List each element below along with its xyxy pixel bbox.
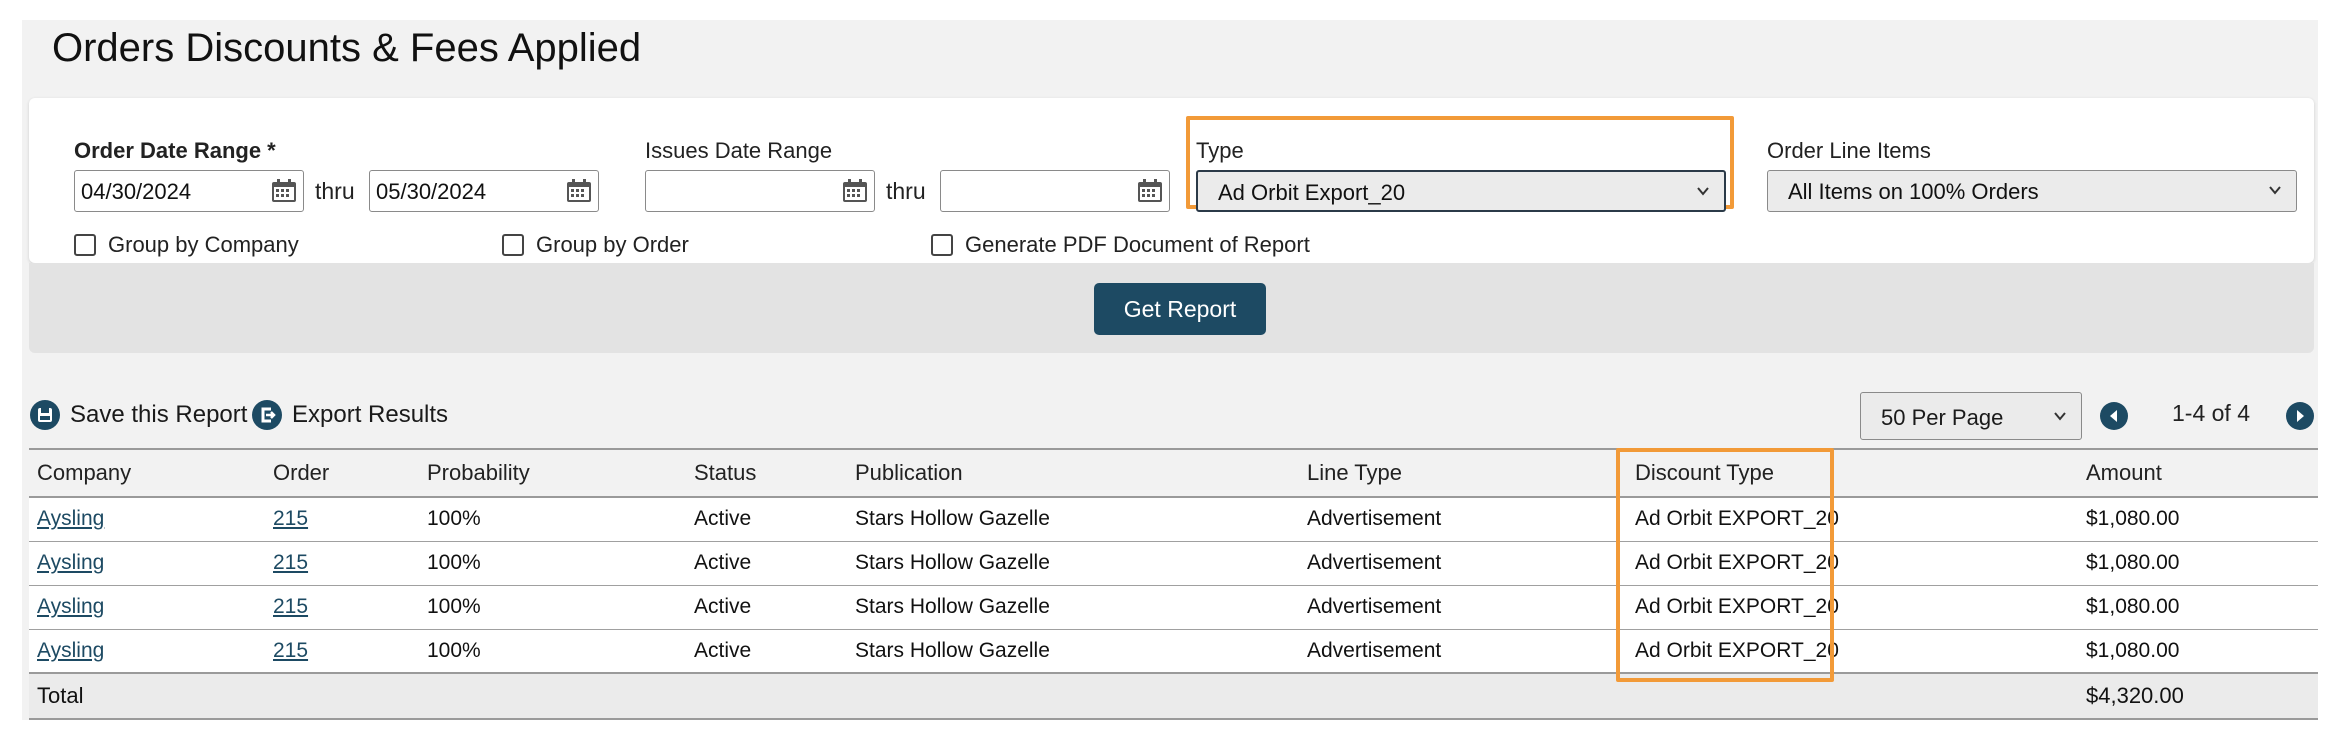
table-row: Aysling 215 100% Active Stars Hollow Gaz… bbox=[29, 629, 2318, 674]
save-report-label: Save this Report bbox=[70, 401, 248, 428]
line-type-cell: Advertisement bbox=[1299, 541, 1627, 586]
discount-type-highlight bbox=[1616, 448, 1834, 682]
line-type-cell: Advertisement bbox=[1299, 585, 1627, 630]
thru-label: thru bbox=[315, 178, 355, 204]
per-page-value: 50 Per Page bbox=[1881, 405, 2004, 430]
probability-cell: 100% bbox=[419, 541, 686, 586]
calendar-icon[interactable] bbox=[842, 179, 868, 203]
column-header[interactable]: Order bbox=[265, 448, 419, 498]
order-date-to-input[interactable]: 05/30/2024 bbox=[369, 170, 599, 212]
type-select[interactable]: Ad Orbit Export_20 bbox=[1196, 170, 1726, 212]
report-page: Orders Discounts & Fees Applied Order Da… bbox=[22, 20, 2318, 720]
probability-cell: 100% bbox=[419, 629, 686, 674]
group-by-order-checkbox[interactable]: Group by Order bbox=[502, 232, 689, 258]
group-by-company-label: Group by Company bbox=[108, 232, 299, 257]
generate-pdf-checkbox[interactable]: Generate PDF Document of Report bbox=[931, 232, 1310, 258]
line-type-cell: Advertisement bbox=[1299, 629, 1627, 674]
save-icon bbox=[30, 400, 60, 430]
table-row: Aysling 215 100% Active Stars Hollow Gaz… bbox=[29, 541, 2318, 586]
chevron-down-icon bbox=[1697, 187, 1709, 196]
probability-cell: 100% bbox=[419, 497, 686, 542]
total-label: Total bbox=[29, 672, 265, 720]
pager-text: 1-4 of 4 bbox=[2172, 400, 2250, 426]
publication-cell: Stars Hollow Gazelle bbox=[847, 497, 1299, 542]
generate-pdf-label: Generate PDF Document of Report bbox=[965, 232, 1310, 257]
table-row: Aysling 215 100% Active Stars Hollow Gaz… bbox=[29, 585, 2318, 630]
line-items-label: Order Line Items bbox=[1767, 138, 1931, 163]
checkbox-box[interactable] bbox=[502, 234, 524, 256]
order-date-from-input[interactable]: 04/30/2024 bbox=[74, 170, 304, 212]
column-header[interactable]: Probability bbox=[419, 448, 686, 498]
status-cell: Active bbox=[686, 629, 847, 674]
checkbox-box[interactable] bbox=[931, 234, 953, 256]
group-by-company-checkbox[interactable]: Group by Company bbox=[74, 232, 299, 258]
company-link[interactable]: Aysling bbox=[37, 507, 104, 530]
filter-panel: Order Date Range * 04/30/2024 thru 05/30… bbox=[29, 98, 2314, 263]
chevron-down-icon bbox=[2054, 412, 2066, 421]
export-results-button[interactable]: Export Results bbox=[252, 400, 448, 430]
line-type-cell: Advertisement bbox=[1299, 497, 1627, 542]
line-items-select[interactable]: All Items on 100% Orders bbox=[1767, 170, 2297, 212]
calendar-icon[interactable] bbox=[566, 179, 592, 203]
table-header-row: Company Order Probability Status Publica… bbox=[29, 448, 2318, 498]
chevron-down-icon bbox=[2269, 186, 2281, 195]
line-items-value: All Items on 100% Orders bbox=[1788, 179, 2039, 204]
order-link[interactable]: 215 bbox=[273, 507, 308, 530]
issues-date-label: Issues Date Range bbox=[645, 138, 833, 163]
order-link[interactable]: 215 bbox=[273, 551, 308, 574]
type-label: Type bbox=[1196, 138, 1244, 163]
issues-date-to-input[interactable] bbox=[940, 170, 1170, 212]
export-results-label: Export Results bbox=[292, 401, 449, 428]
publication-cell: Stars Hollow Gazelle bbox=[847, 629, 1299, 674]
column-header[interactable]: Amount bbox=[2078, 448, 2318, 498]
publication-cell: Stars Hollow Gazelle bbox=[847, 541, 1299, 586]
order-date-from-value: 04/30/2024 bbox=[81, 179, 192, 204]
order-link[interactable]: 215 bbox=[273, 639, 308, 662]
issues-date-from-input[interactable] bbox=[645, 170, 875, 212]
export-icon bbox=[252, 400, 282, 430]
probability-cell: 100% bbox=[419, 585, 686, 630]
status-cell: Active bbox=[686, 497, 847, 542]
previous-page-icon[interactable] bbox=[2100, 402, 2128, 430]
calendar-icon[interactable] bbox=[1137, 179, 1163, 203]
total-amount: $4,320.00 bbox=[2078, 672, 2318, 720]
checkbox-box[interactable] bbox=[74, 234, 96, 256]
save-report-button[interactable]: Save this Report bbox=[30, 400, 247, 430]
column-header[interactable]: Company bbox=[29, 448, 265, 498]
amount-cell: $1,080.00 bbox=[2078, 497, 2318, 542]
column-header[interactable]: Publication bbox=[847, 448, 1299, 498]
action-bar: Get Report bbox=[29, 263, 2314, 353]
company-link[interactable]: Aysling bbox=[37, 551, 104, 574]
table-row: Aysling 215 100% Active Stars Hollow Gaz… bbox=[29, 497, 2318, 542]
column-header[interactable]: Status bbox=[686, 448, 847, 498]
amount-cell: $1,080.00 bbox=[2078, 629, 2318, 674]
status-cell: Active bbox=[686, 585, 847, 630]
page-title: Orders Discounts & Fees Applied bbox=[52, 26, 642, 70]
publication-cell: Stars Hollow Gazelle bbox=[847, 585, 1299, 630]
company-link[interactable]: Aysling bbox=[37, 639, 104, 662]
order-link[interactable]: 215 bbox=[273, 595, 308, 618]
company-link[interactable]: Aysling bbox=[37, 595, 104, 618]
group-by-order-label: Group by Order bbox=[536, 232, 689, 257]
thru-label: thru bbox=[886, 178, 926, 204]
column-header[interactable]: Line Type bbox=[1299, 448, 1627, 498]
amount-cell: $1,080.00 bbox=[2078, 585, 2318, 630]
calendar-icon[interactable] bbox=[271, 179, 297, 203]
get-report-button[interactable]: Get Report bbox=[1094, 283, 1266, 335]
results-table: Company Order Probability Status Publica… bbox=[29, 448, 2318, 720]
order-date-to-value: 05/30/2024 bbox=[376, 179, 487, 204]
total-row: Total $4,320.00 bbox=[29, 672, 2318, 720]
per-page-select[interactable]: 50 Per Page bbox=[1860, 392, 2082, 440]
order-date-label: Order Date Range * bbox=[74, 138, 276, 163]
status-cell: Active bbox=[686, 541, 847, 586]
amount-cell: $1,080.00 bbox=[2078, 541, 2318, 586]
next-page-icon[interactable] bbox=[2286, 402, 2314, 430]
type-value: Ad Orbit Export_20 bbox=[1218, 180, 1406, 205]
